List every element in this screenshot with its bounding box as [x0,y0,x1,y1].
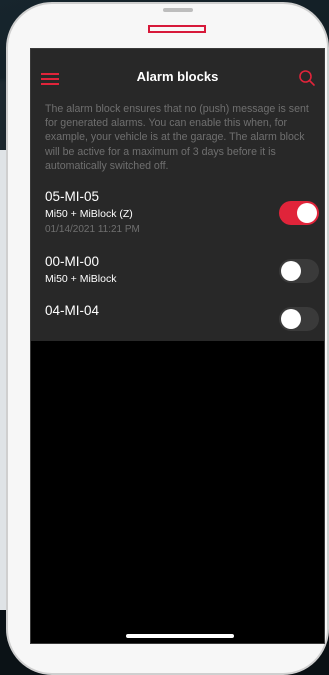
alarm-block-toggle[interactable] [279,259,319,283]
toggle-knob [281,261,301,281]
vehicle-row[interactable]: 00-MI-00 Mi50 + MiBlock [31,254,324,290]
app-screen: Alarm blocks The alarm block ensures tha… [30,48,325,644]
vehicle-model: Mi50 + MiBlock [45,273,117,285]
alarm-blocks-panel: Alarm blocks The alarm block ensures tha… [31,49,324,341]
app-header: Alarm blocks [31,49,324,105]
vehicle-model: Mi50 + MiBlock (Z) [45,208,133,220]
vehicle-row[interactable]: 04-MI-04 [31,303,324,333]
page-title: Alarm blocks [136,69,219,84]
alarm-block-toggle[interactable] [279,307,319,331]
device-stage: Alarm blocks The alarm block ensures tha… [0,0,329,675]
vehicle-plate: 04-MI-04 [45,303,100,318]
alarm-block-description: The alarm block ensures that no (push) m… [45,103,309,172]
home-indicator-bar[interactable] [126,634,234,638]
toggle-knob [281,309,301,329]
alarm-block-toggle[interactable] [279,201,319,225]
vehicle-plate: 05-MI-05 [45,189,100,204]
block-timestamp: 01/14/2021 11:21 PM [45,224,140,235]
toggle-knob [297,203,317,223]
vehicle-row[interactable]: 05-MI-05 Mi50 + MiBlock (Z) 01/14/2021 1… [31,189,324,241]
phone-top-indicator [163,8,193,12]
phone-speaker [148,25,206,33]
phone-frame: Alarm blocks The alarm block ensures tha… [6,2,329,675]
search-icon[interactable] [298,69,316,87]
vehicle-plate: 00-MI-00 [45,254,100,269]
